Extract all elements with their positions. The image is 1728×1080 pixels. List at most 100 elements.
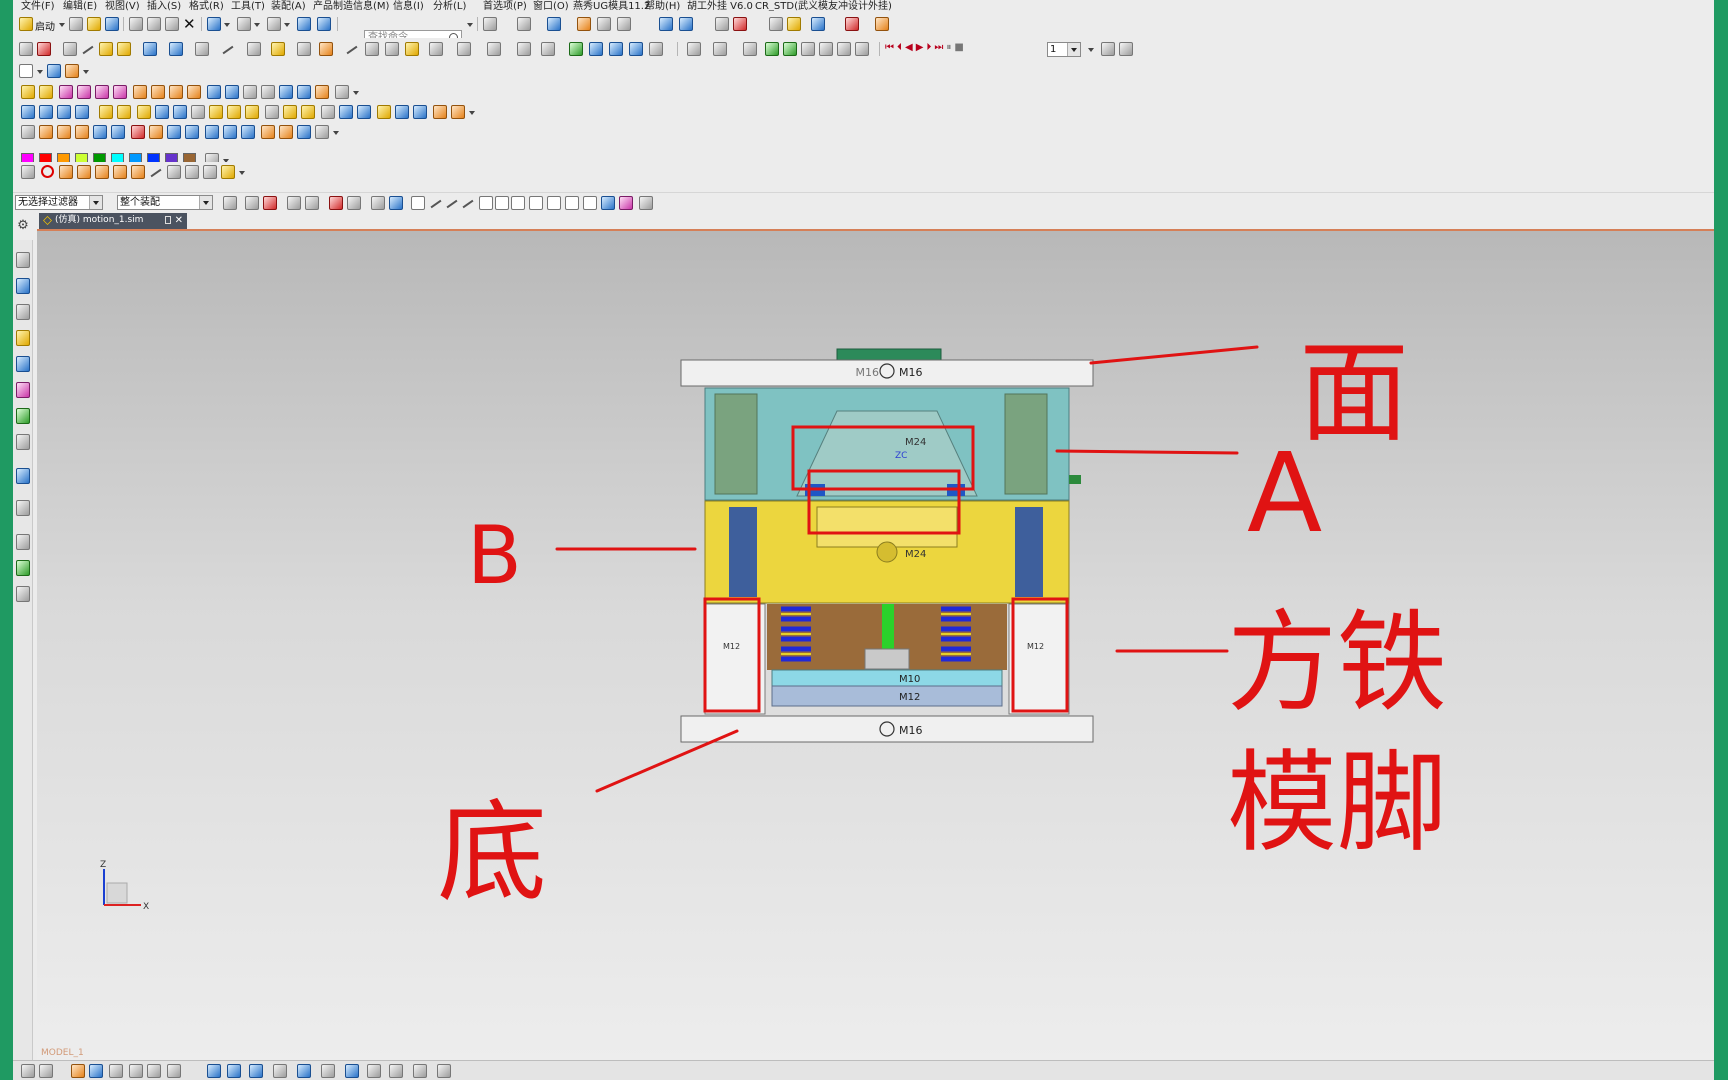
- mold-tool-9-icon[interactable]: [169, 85, 183, 99]
- mold-row2-5-icon[interactable]: [99, 105, 113, 119]
- lasso-icon[interactable]: [329, 196, 343, 210]
- rectangle-select-icon[interactable]: [347, 196, 361, 210]
- menu-info[interactable]: 信息(I): [393, 0, 424, 11]
- sketch-icon[interactable]: [19, 42, 33, 56]
- mold-row3-4-icon[interactable]: [75, 125, 89, 139]
- mold-tool-18-icon[interactable]: [335, 85, 349, 99]
- split-icon[interactable]: [487, 42, 501, 56]
- save-icon[interactable]: [105, 17, 119, 31]
- a-plate[interactable]: M24 ZC: [704, 387, 1081, 501]
- mold-row4-1-icon[interactable]: [21, 165, 35, 179]
- rotate-icon[interactable]: [679, 17, 693, 31]
- mold-row3-11-icon[interactable]: [205, 125, 219, 139]
- measure-icon[interactable]: [733, 17, 747, 31]
- intersect-icon[interactable]: [609, 42, 623, 56]
- mold-row3-8-icon[interactable]: [149, 125, 163, 139]
- mold-row3-17-icon[interactable]: [315, 125, 329, 139]
- mold-tool-17-icon[interactable]: [315, 85, 329, 99]
- wizard-icon[interactable]: [787, 17, 801, 31]
- snap-center-icon[interactable]: [529, 196, 543, 210]
- hd3d-tools-icon[interactable]: [16, 356, 30, 372]
- filter-settings-icon[interactable]: [223, 196, 237, 210]
- unite-icon[interactable]: [569, 42, 583, 56]
- wave-icon[interactable]: [855, 42, 869, 56]
- window-icon[interactable]: [237, 17, 251, 31]
- mold-row3-14-icon[interactable]: [261, 125, 275, 139]
- mold-row3-6-icon[interactable]: [111, 125, 125, 139]
- snap-bounded-icon[interactable]: [619, 196, 633, 210]
- top-clamp-plate[interactable]: M16 M16: [680, 348, 1094, 387]
- shell-icon[interactable]: [541, 42, 555, 56]
- mold-row2-18-icon[interactable]: [339, 105, 353, 119]
- transform-icon[interactable]: [429, 42, 443, 56]
- arc-icon[interactable]: [99, 42, 113, 56]
- bottom-tool-14-icon[interactable]: [321, 1064, 335, 1078]
- chamfer-icon[interactable]: [143, 42, 157, 56]
- fit-icon[interactable]: [1101, 42, 1115, 56]
- fast-forward-icon[interactable]: ⏭: [934, 42, 946, 53]
- bottom-tool-7-icon[interactable]: [147, 1064, 161, 1078]
- fillet-icon[interactable]: [117, 42, 131, 56]
- mold-tool-3-icon[interactable]: [59, 85, 73, 99]
- show-hide-icon[interactable]: [371, 196, 385, 210]
- mold-row4-4-icon[interactable]: [95, 165, 109, 179]
- clearance-icon[interactable]: [819, 42, 833, 56]
- mold-row3-13-icon[interactable]: [241, 125, 255, 139]
- box-icon[interactable]: [617, 17, 631, 31]
- section-icon[interactable]: [715, 17, 729, 31]
- mold-row2-2-icon[interactable]: [39, 105, 53, 119]
- mold-row4-6-icon[interactable]: [131, 165, 145, 179]
- offset-icon[interactable]: [169, 42, 183, 56]
- flag-icon[interactable]: [1119, 42, 1133, 56]
- bottom-tool-2-icon[interactable]: [39, 1064, 53, 1078]
- mold-tool-16-icon[interactable]: [297, 85, 311, 99]
- assembly-navigator-icon[interactable]: [16, 252, 30, 268]
- new-file-icon[interactable]: [69, 17, 83, 31]
- reuse-library-icon[interactable]: [16, 330, 30, 346]
- mold-tool-11-icon[interactable]: [207, 85, 221, 99]
- blank-sheet-icon[interactable]: [19, 64, 33, 78]
- bottom-tool-19-icon[interactable]: [437, 1064, 451, 1078]
- mold-tool-7-icon[interactable]: [133, 85, 147, 99]
- menu-tools[interactable]: 工具(T): [231, 0, 265, 11]
- pin-icon[interactable]: [165, 216, 171, 224]
- component-icon[interactable]: [743, 42, 757, 56]
- mold-row2-24-icon[interactable]: [451, 105, 465, 119]
- tab-motion-sim[interactable]: (仿真) motion_1.sim ✕: [39, 213, 187, 229]
- delete-icon[interactable]: ✕: [183, 15, 196, 33]
- line-icon[interactable]: [81, 42, 95, 56]
- mold-row4-2-icon[interactable]: [59, 165, 73, 179]
- bottom-tool-10-icon[interactable]: [227, 1064, 241, 1078]
- selection-scope-select[interactable]: 整个装配: [117, 195, 213, 210]
- mold-row3-2-icon[interactable]: [39, 125, 53, 139]
- mold-row3-10-icon[interactable]: [185, 125, 199, 139]
- copy-window-icon[interactable]: [297, 17, 311, 31]
- point-icon[interactable]: [247, 42, 261, 56]
- layout-icon[interactable]: [47, 64, 61, 78]
- menu-format[interactable]: 格式(R): [189, 0, 224, 11]
- expression-icon[interactable]: [63, 42, 77, 56]
- bottom-tool-5-icon[interactable]: [109, 1064, 123, 1078]
- mold-tool-15-icon[interactable]: [279, 85, 293, 99]
- mold-row3-7-icon[interactable]: [131, 125, 145, 139]
- orient-icon[interactable]: [659, 17, 673, 31]
- bottom-tool-8-icon[interactable]: [167, 1064, 181, 1078]
- snap-point-on-curve-icon[interactable]: [511, 196, 525, 210]
- bottom-tool-13-icon[interactable]: [297, 1064, 311, 1078]
- bottom-tool-1-icon[interactable]: [21, 1064, 35, 1078]
- bottom-tool-9-icon[interactable]: [207, 1064, 221, 1078]
- reference-set-icon[interactable]: [837, 42, 851, 56]
- snap-face-icon[interactable]: [601, 196, 615, 210]
- layer-select[interactable]: 1: [1047, 42, 1081, 57]
- start-button-label[interactable]: 启动: [35, 18, 55, 33]
- select-all-icon[interactable]: [245, 196, 259, 210]
- mold-row2-8-icon[interactable]: [155, 105, 169, 119]
- mold-row3-1-icon[interactable]: [21, 125, 35, 139]
- mold-row2-13-icon[interactable]: [245, 105, 259, 119]
- play-icon[interactable]: [811, 17, 825, 31]
- snap-arc-center-icon[interactable]: [479, 196, 493, 210]
- menu-edit[interactable]: 编辑(E): [63, 0, 97, 11]
- start-icon[interactable]: [19, 17, 33, 31]
- deselect-icon[interactable]: [287, 196, 301, 210]
- menu-pmi[interactable]: 产品制造信息(M): [313, 0, 389, 11]
